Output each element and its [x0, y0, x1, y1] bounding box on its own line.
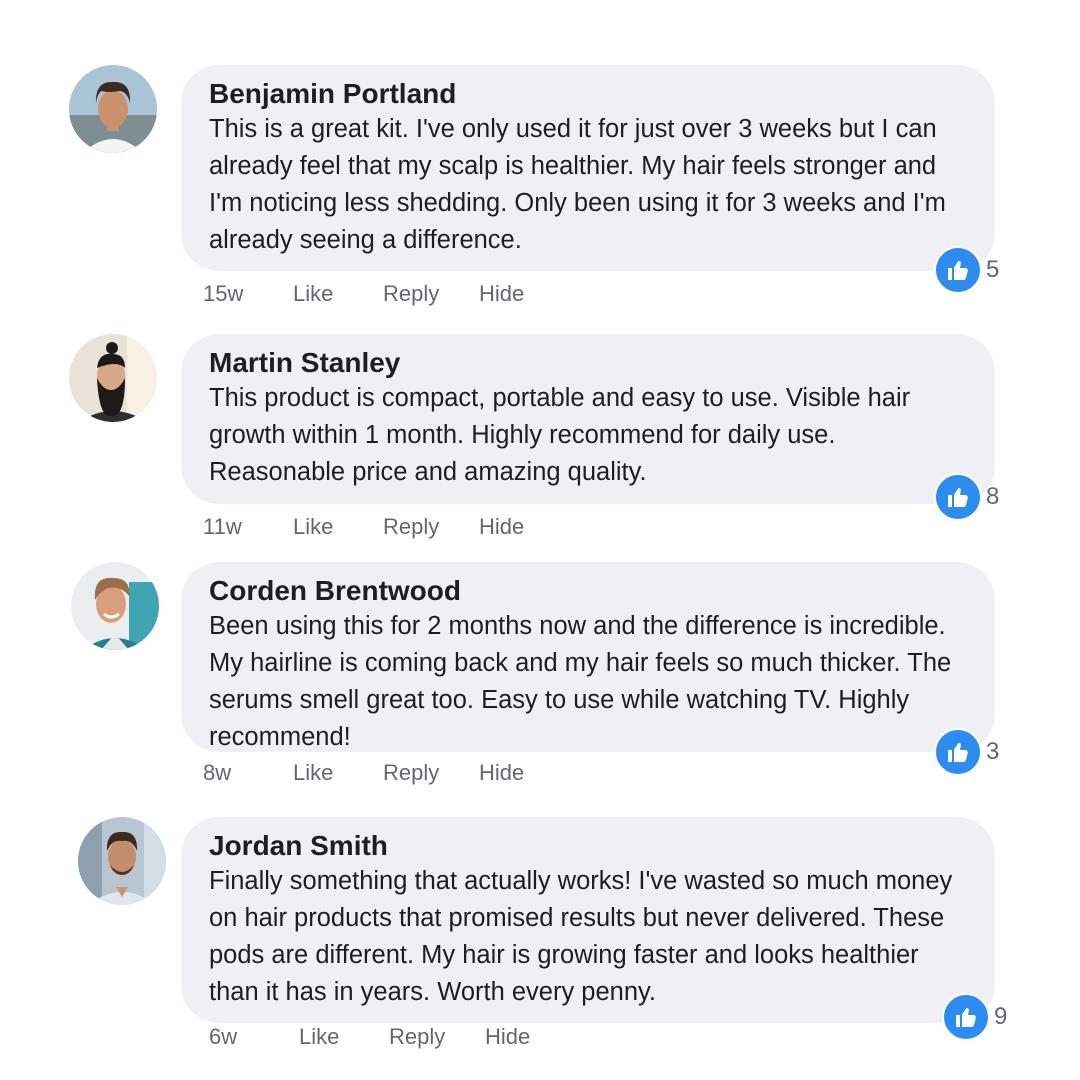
- like-button[interactable]: Like: [293, 281, 383, 307]
- comment-timestamp[interactable]: 15w: [203, 281, 293, 307]
- reaction-summary[interactable]: 3: [934, 728, 999, 776]
- hide-button[interactable]: Hide: [479, 281, 524, 307]
- comment-bubble: Martin Stanley This product is compact, …: [181, 334, 995, 504]
- reply-button[interactable]: Reply: [383, 514, 479, 540]
- thumbs-up-icon: [934, 246, 982, 294]
- thumbs-up-icon: [934, 728, 982, 776]
- reaction-count: 8: [986, 483, 1000, 510]
- comment-bubble: Corden Brentwood Been using this for 2 m…: [181, 562, 995, 752]
- thumbs-up-icon: [942, 993, 990, 1041]
- comment-bubble: Benjamin Portland This is a great kit. I…: [181, 65, 995, 271]
- reaction-summary[interactable]: 9: [942, 993, 1007, 1041]
- comment-actions: 15w Like Reply Hide: [203, 281, 524, 307]
- comment-text: This is a great kit. I've only used it f…: [209, 115, 946, 254]
- comment-text: This product is compact, portable and ea…: [209, 384, 911, 486]
- reply-button[interactable]: Reply: [383, 281, 479, 307]
- comment-timestamp[interactable]: 11w: [203, 514, 293, 540]
- comment-timestamp[interactable]: 8w: [203, 760, 293, 786]
- comment-actions: 8w Like Reply Hide: [203, 760, 524, 786]
- thumbs-up-icon: [934, 473, 982, 521]
- avatar[interactable]: [78, 817, 166, 905]
- reaction-count: 9: [994, 1003, 1008, 1030]
- comment-bubble: Jordan Smith Finally something that actu…: [181, 817, 995, 1023]
- hide-button[interactable]: Hide: [479, 514, 524, 540]
- comment-author[interactable]: Benjamin Portland: [209, 77, 975, 111]
- hide-button[interactable]: Hide: [479, 760, 524, 786]
- comment-text: Finally something that actually works! I…: [209, 867, 953, 1006]
- comment-author[interactable]: Martin Stanley: [209, 346, 975, 380]
- reaction-count: 5: [986, 256, 1000, 283]
- reply-button[interactable]: Reply: [383, 760, 479, 786]
- like-button[interactable]: Like: [293, 760, 383, 786]
- reaction-count: 3: [986, 738, 1000, 765]
- comment-actions: 6w Like Reply Hide: [209, 1024, 530, 1050]
- avatar[interactable]: [69, 334, 157, 422]
- avatar[interactable]: [71, 562, 159, 650]
- comment-timestamp[interactable]: 6w: [209, 1024, 299, 1050]
- like-button[interactable]: Like: [293, 514, 383, 540]
- like-button[interactable]: Like: [299, 1024, 389, 1050]
- comment-author[interactable]: Corden Brentwood: [209, 574, 975, 608]
- avatar[interactable]: [69, 65, 157, 153]
- comment-author[interactable]: Jordan Smith: [209, 829, 975, 863]
- comment-text: Been using this for 2 months now and the…: [209, 612, 952, 751]
- hide-button[interactable]: Hide: [485, 1024, 530, 1050]
- comment-actions: 11w Like Reply Hide: [203, 514, 524, 540]
- reaction-summary[interactable]: 8: [934, 473, 999, 521]
- reaction-summary[interactable]: 5: [934, 246, 999, 294]
- reply-button[interactable]: Reply: [389, 1024, 485, 1050]
